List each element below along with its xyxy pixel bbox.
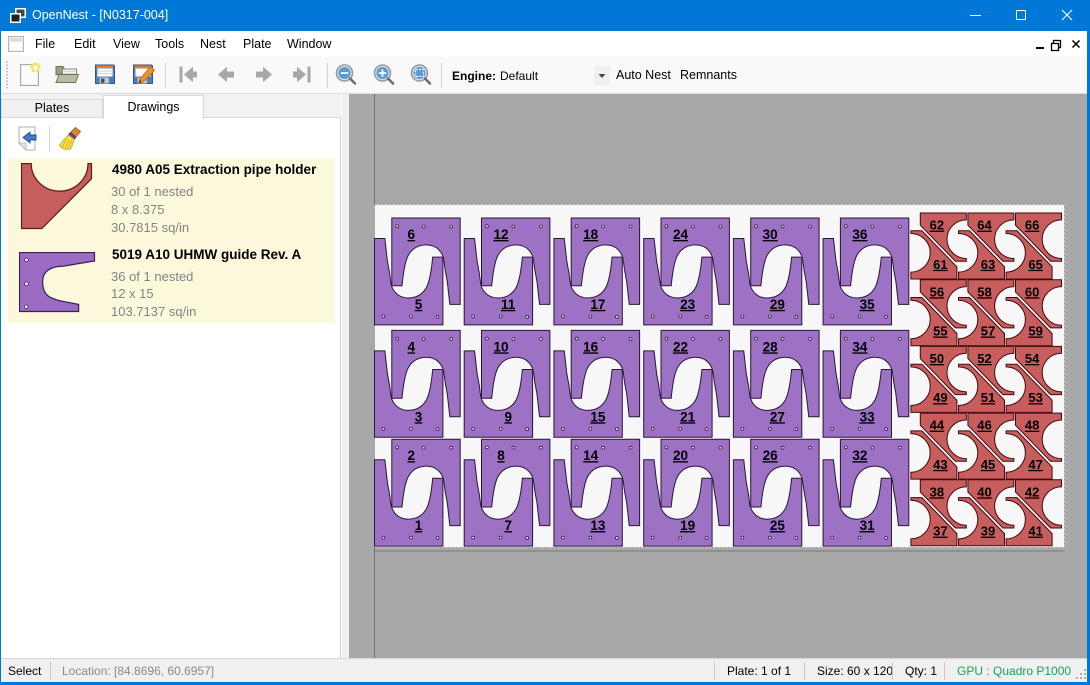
svg-text:14: 14 [583,448,599,463]
svg-text:26: 26 [763,448,779,463]
svg-text:57: 57 [981,324,995,339]
svg-text:17: 17 [590,297,605,312]
svg-text:2: 2 [408,448,416,463]
svg-text:22: 22 [673,339,688,354]
svg-text:48: 48 [1025,418,1039,433]
svg-text:49: 49 [933,390,947,405]
svg-text:60: 60 [1025,284,1039,299]
svg-text:39: 39 [981,524,995,539]
svg-text:34: 34 [852,339,868,354]
svg-text:15: 15 [590,409,606,424]
svg-text:50: 50 [930,351,944,366]
svg-text:19: 19 [680,518,695,533]
svg-text:58: 58 [977,284,991,299]
svg-text:53: 53 [1028,390,1042,405]
svg-text:38: 38 [930,484,944,499]
svg-text:28: 28 [763,339,779,354]
svg-text:7: 7 [504,518,512,533]
svg-text:55: 55 [933,324,947,339]
svg-text:65: 65 [1028,257,1042,272]
svg-text:30: 30 [763,227,778,242]
svg-text:54: 54 [1025,351,1040,366]
svg-text:61: 61 [933,257,947,272]
svg-text:44: 44 [930,418,945,433]
svg-text:8: 8 [497,448,505,463]
svg-text:3: 3 [415,409,423,424]
svg-text:5: 5 [415,297,423,312]
svg-text:32: 32 [852,448,867,463]
svg-text:47: 47 [1028,457,1042,472]
svg-text:37: 37 [933,524,947,539]
svg-text:27: 27 [770,409,785,424]
svg-text:45: 45 [981,457,995,472]
svg-text:63: 63 [981,257,995,272]
svg-text:56: 56 [930,284,944,299]
svg-text:20: 20 [673,448,688,463]
svg-text:23: 23 [680,297,696,312]
svg-text:62: 62 [930,218,944,233]
svg-text:29: 29 [770,297,785,312]
svg-text:35: 35 [860,297,876,312]
svg-text:42: 42 [1025,484,1039,499]
svg-text:4: 4 [408,339,416,354]
svg-text:64: 64 [977,218,992,233]
svg-text:18: 18 [583,227,599,242]
svg-text:52: 52 [977,351,991,366]
svg-text:16: 16 [583,339,599,354]
svg-text:43: 43 [933,457,947,472]
svg-text:24: 24 [673,227,689,242]
svg-text:6: 6 [408,227,416,242]
svg-text:9: 9 [504,409,512,424]
svg-text:40: 40 [977,484,991,499]
svg-text:13: 13 [590,518,606,533]
svg-text:59: 59 [1028,324,1042,339]
svg-text:31: 31 [860,518,876,533]
svg-text:33: 33 [860,409,876,424]
svg-text:51: 51 [981,390,995,405]
svg-text:11: 11 [501,297,516,312]
svg-text:10: 10 [493,339,508,354]
svg-text:41: 41 [1028,524,1042,539]
svg-text:46: 46 [977,418,991,433]
svg-text:12: 12 [493,227,508,242]
svg-text:21: 21 [680,409,696,424]
svg-text:1: 1 [415,518,423,533]
svg-text:25: 25 [770,518,786,533]
svg-text:36: 36 [852,227,868,242]
svg-text:66: 66 [1025,218,1039,233]
